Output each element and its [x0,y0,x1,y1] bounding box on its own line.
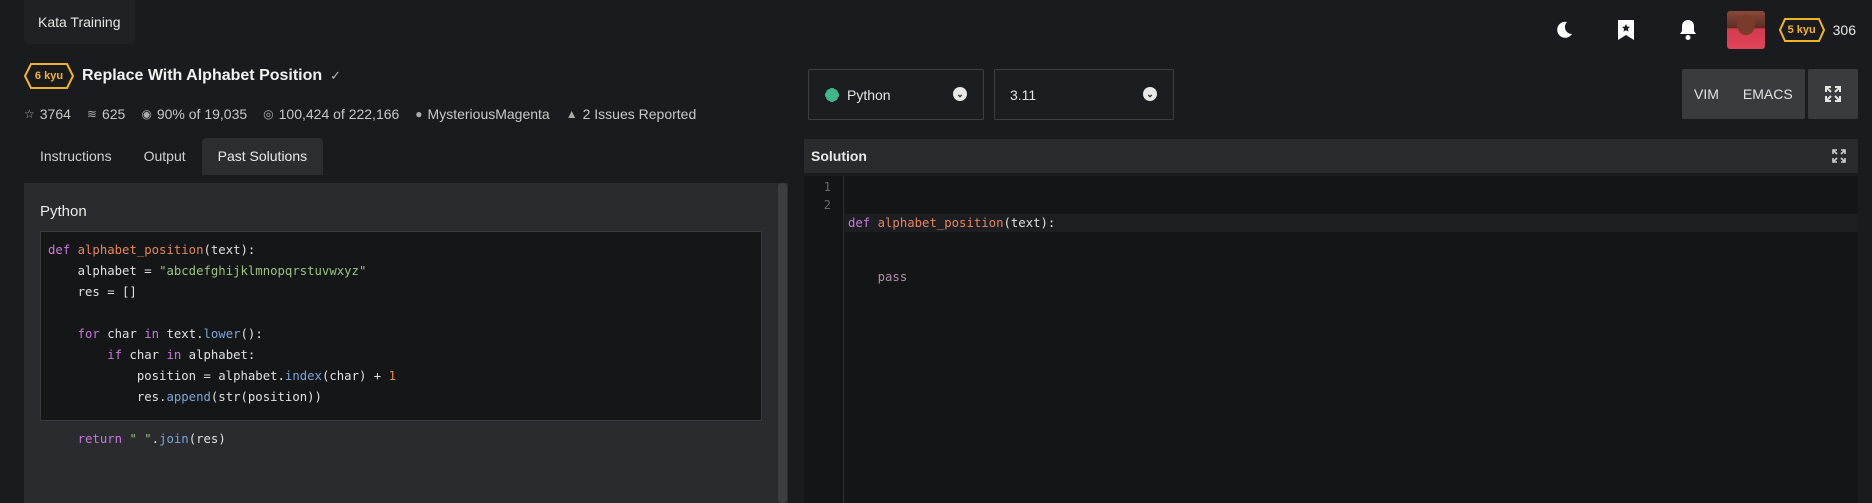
keybinding-modes: VIM EMACS [1682,69,1805,119]
user-icon: ● [415,107,423,121]
line-number: 1 [823,180,831,194]
tab-instructions[interactable]: Instructions [24,138,128,175]
notifications-button[interactable] [1657,0,1719,60]
line-number: 2 [823,198,831,212]
user-rank-badge: 5 kyu [1778,18,1825,42]
star-icon: ☆ [24,107,35,121]
stars-stat[interactable]: ☆ 3764 [24,106,71,122]
top-toolbar: 5 kyu 306 [1533,0,1872,60]
completed-check-icon: ✓ [330,68,342,83]
app-title: Kata Training [24,0,135,44]
bookmark-icon [1617,20,1634,40]
past-solution-language: Python [40,203,87,220]
satisfaction-percent: 90% [156,106,185,122]
issues-stat[interactable]: ▲ 2 Issues Reported [566,106,697,122]
description-tabs: Instructions Output Past Solutions [24,138,324,175]
solution-title: Solution [811,148,867,164]
author-stat[interactable]: ● MysteriousMagenta [415,106,549,122]
editor-line: pass [877,270,908,284]
collections-count: 625 [101,106,126,122]
bookmarks-button[interactable] [1595,0,1657,60]
language-select[interactable]: Python ⌄ [808,69,984,120]
user-avatar[interactable] [1726,11,1765,49]
tab-output[interactable]: Output [128,138,202,175]
kata-header: 6 kyu Replace With Alphabet Position ✓ [24,63,341,89]
tab-past-solutions[interactable]: Past Solutions [201,138,324,175]
issues-label: 2 Issues Reported [582,106,697,122]
completed-count: 100,424 [278,106,330,122]
python-icon [825,87,839,102]
kata-rank-label: 6 kyu [34,70,64,82]
bell-icon [1679,20,1696,40]
kata-rank-badge: 6 kyu [24,63,74,89]
moon-icon [1556,21,1572,38]
vim-mode-button[interactable]: VIM [1682,69,1731,119]
version-label: 3.11 [1010,86,1037,103]
version-select[interactable]: 3.11 ⌄ [994,69,1174,120]
panel-scrollbar[interactable] [778,183,787,503]
editor-line: def alphabet_position(text): [845,214,1858,232]
stars-count: 3764 [39,106,71,122]
satisfaction-votes: of 19,035 [188,106,248,122]
layers-icon: ≋ [86,107,97,121]
target-icon: ◎ [263,107,274,121]
collections-stat[interactable]: ≋ 625 [87,106,125,122]
emacs-mode-button[interactable]: EMACS [1731,69,1805,119]
honor-count: 306 [1832,22,1856,38]
expand-icon [1825,86,1841,102]
completions-stat: ◎ 100,424 of 222,166 [263,106,399,122]
user-rank-label: 5 kyu [1787,24,1816,36]
solution-header: Solution [804,139,1858,173]
kata-title[interactable]: Replace With Alphabet Position [82,67,322,85]
theme-toggle-button[interactable] [1533,0,1595,60]
chevron-down-icon: ⌄ [953,87,967,101]
kata-stats: ☆ 3764 ≋ 625 ◉ 90% of 19,035 ◎ 100,424 of 22… [24,106,712,122]
expand-icon[interactable] [1832,149,1846,163]
satisfaction-stat: ◉ 90% of 19,035 [141,106,247,122]
attempted-count: of 222,166 [333,106,400,122]
line-number-gutter: 1 2 [804,176,844,503]
author-name: MysteriousMagenta [427,106,550,122]
fullscreen-button[interactable] [1808,69,1858,119]
language-label: Python [847,86,891,103]
warning-icon: ▲ [565,107,578,121]
solution-editor[interactable]: def alphabet_position(text): pass [845,176,1858,503]
past-solution-code[interactable]: def alphabet_position(text): alphabet = … [40,231,762,446]
eye-icon: ◉ [141,107,152,121]
past-solutions-panel: Python def alphabet_position(text): alph… [24,183,788,503]
chevron-down-icon: ⌄ [1143,87,1157,101]
